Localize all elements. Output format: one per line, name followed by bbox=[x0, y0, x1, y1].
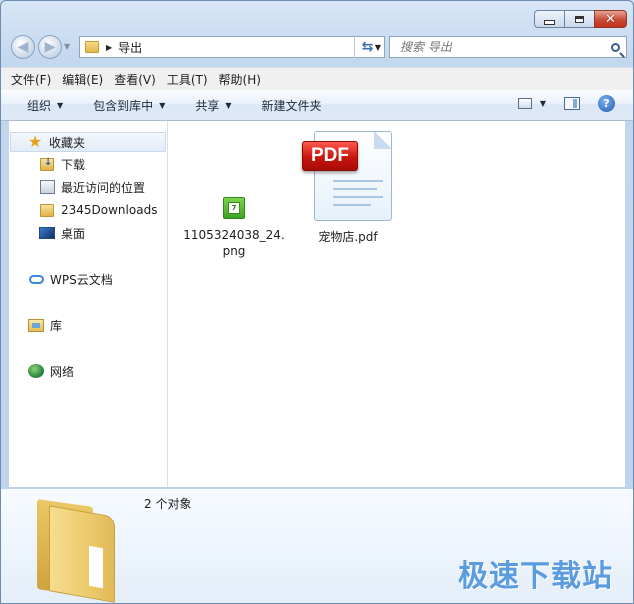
caption-buttons: ✕ bbox=[534, 10, 627, 28]
pdf-icon: PDF bbox=[300, 129, 396, 225]
menu-bar: 文件(F) 编辑(E) 查看(V) 工具(T) 帮助(H) bbox=[1, 67, 633, 91]
new-folder-label: 新建文件夹 bbox=[261, 98, 322, 113]
explorer-window: ✕ ◀ ▶ ▼ ▶ 导出 ▼ ⇆ 文件(F) 编辑(E) 查看(V) 工具(T)… bbox=[0, 0, 634, 604]
file-name: 1105324038_24. bbox=[183, 228, 285, 242]
item-count: 2 个对象 bbox=[144, 497, 192, 511]
page-line bbox=[333, 188, 377, 190]
sidebar-item-desktop[interactable]: 桌面 bbox=[39, 223, 85, 243]
sidebar-item-label: 收藏夹 bbox=[49, 135, 86, 150]
chevron-down-icon: ▼ bbox=[57, 100, 64, 110]
recent-pages-dropdown-icon[interactable]: ▼ bbox=[64, 42, 70, 51]
command-bar-right: ▼ ? bbox=[517, 95, 615, 112]
sidebar-item-favorites[interactable]: ★ 收藏夹 bbox=[10, 132, 166, 152]
folder-paper bbox=[89, 545, 103, 589]
page-line bbox=[333, 196, 383, 198]
organize-button[interactable]: 组织 ▼ bbox=[27, 97, 63, 114]
organize-label: 组织 bbox=[27, 98, 52, 113]
file-name: 宠物店.pdf bbox=[318, 230, 378, 244]
menu-help[interactable]: 帮助(H) bbox=[219, 71, 261, 88]
sidebar-item-downloads[interactable]: 下载 bbox=[39, 154, 85, 174]
menu-file[interactable]: 文件(F) bbox=[11, 71, 51, 88]
file-list: 7 1105324038_24. png PDF 宠物店.pdf bbox=[168, 121, 625, 487]
navigation-pane: ★ 收藏夹 下载 最近访问的位置 2345Downloads 桌面 WPS云文档… bbox=[9, 121, 168, 487]
sidebar-item-wps-cloud[interactable]: WPS云文档 bbox=[28, 269, 113, 289]
page-line bbox=[333, 204, 371, 206]
sidebar-item-recent[interactable]: 最近访问的位置 bbox=[39, 177, 145, 197]
search-box[interactable] bbox=[389, 36, 627, 58]
command-bar: 组织 ▼ 包含到库中 ▼ 共享 ▼ 新建文件夹 ▼ ? bbox=[1, 90, 633, 121]
pdf-badge: PDF bbox=[302, 141, 358, 171]
sidebar-item-label: 最近访问的位置 bbox=[61, 180, 146, 195]
library-icon bbox=[28, 317, 44, 333]
include-in-library-button[interactable]: 包含到库中 ▼ bbox=[93, 97, 165, 114]
maximize-button[interactable] bbox=[564, 10, 594, 28]
png-image-icon: 7 bbox=[223, 197, 245, 219]
minimize-icon bbox=[544, 19, 555, 25]
page-line bbox=[333, 180, 383, 182]
back-button[interactable]: ◀ bbox=[11, 35, 35, 59]
breadcrumb-current[interactable]: 导出 bbox=[118, 39, 142, 56]
include-in-library-label: 包含到库中 bbox=[93, 98, 154, 113]
address-bar[interactable]: ▶ 导出 ▼ bbox=[79, 36, 385, 58]
change-view-icon[interactable] bbox=[517, 98, 532, 109]
downloads-folder-icon bbox=[39, 156, 55, 172]
folder-icon bbox=[27, 497, 123, 603]
folder-front bbox=[49, 505, 115, 603]
help-icon[interactable]: ? bbox=[598, 95, 615, 112]
menu-edit[interactable]: 编辑(E) bbox=[62, 71, 103, 88]
sidebar-item-label: 桌面 bbox=[61, 226, 86, 241]
recent-places-icon bbox=[39, 179, 55, 195]
close-icon: ✕ bbox=[605, 11, 616, 27]
sidebar-item-label: WPS云文档 bbox=[50, 272, 113, 287]
file-name-ext: png bbox=[222, 244, 246, 258]
file-item-pdf[interactable]: PDF 宠物店.pdf bbox=[296, 129, 400, 245]
preview-pane-icon[interactable] bbox=[564, 97, 580, 110]
sidebar-item-label: 网络 bbox=[50, 364, 75, 379]
network-icon bbox=[28, 363, 44, 379]
details-pane: 2 个对象 极速下载站 bbox=[1, 488, 633, 603]
sidebar-item-label: 2345Downloads bbox=[61, 203, 158, 217]
menu-tools[interactable]: 工具(T) bbox=[167, 71, 208, 88]
maximize-icon bbox=[575, 15, 584, 23]
sidebar-item-library[interactable]: 库 bbox=[28, 315, 62, 335]
cloud-icon bbox=[28, 271, 44, 287]
page-corner-fold bbox=[374, 132, 391, 149]
desktop-icon bbox=[39, 225, 55, 241]
sidebar-item-2345downloads[interactable]: 2345Downloads bbox=[39, 200, 157, 220]
breadcrumb-separator-icon[interactable]: ▶ bbox=[106, 43, 112, 52]
folder-icon bbox=[39, 202, 55, 218]
forward-arrow-icon: ▶ bbox=[44, 39, 56, 55]
back-arrow-icon: ◀ bbox=[17, 39, 29, 55]
folder-icon bbox=[85, 41, 99, 53]
share-button[interactable]: 共享 ▼ bbox=[195, 97, 231, 114]
new-folder-button[interactable]: 新建文件夹 bbox=[262, 97, 322, 114]
menu-view[interactable]: 查看(V) bbox=[114, 71, 156, 88]
close-button[interactable]: ✕ bbox=[594, 10, 627, 28]
share-label: 共享 bbox=[195, 98, 220, 113]
navigation-row: ◀ ▶ ▼ ▶ 导出 ▼ ⇆ bbox=[9, 34, 627, 60]
sidebar-item-network[interactable]: 网络 bbox=[28, 361, 74, 381]
view-options-chevron-icon[interactable]: ▼ bbox=[540, 99, 546, 108]
star-icon: ★ bbox=[27, 132, 43, 151]
sidebar-item-label: 库 bbox=[50, 318, 63, 333]
refresh-icon: ⇆ bbox=[361, 39, 374, 55]
chevron-down-icon: ▼ bbox=[159, 100, 166, 110]
sidebar-item-label: 下载 bbox=[61, 157, 86, 172]
chevron-down-icon: ▼ bbox=[225, 100, 232, 110]
refresh-button[interactable]: ⇆ bbox=[354, 36, 380, 58]
file-item-png[interactable]: 7 1105324038_24. png bbox=[182, 197, 286, 259]
search-input[interactable] bbox=[390, 39, 602, 55]
watermark-logo: 极速下载站 bbox=[458, 559, 613, 594]
search-icon[interactable] bbox=[611, 42, 620, 52]
minimize-button[interactable] bbox=[534, 10, 564, 28]
forward-button[interactable]: ▶ bbox=[38, 35, 62, 59]
